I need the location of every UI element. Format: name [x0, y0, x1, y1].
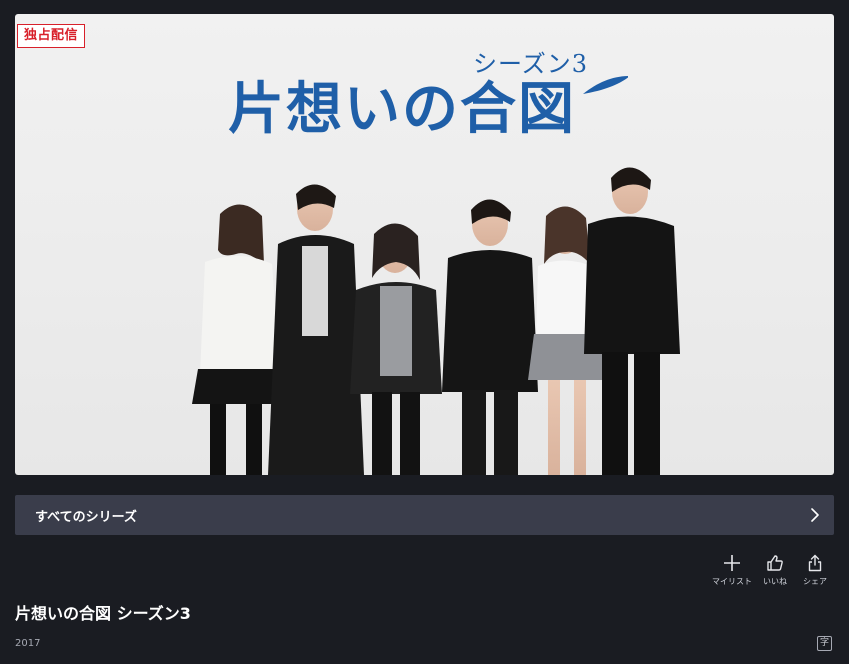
like-button[interactable]: いいね [755, 552, 795, 587]
show-title: 片想いの合図 シーズン3 [15, 604, 191, 623]
my-list-button[interactable]: マイリスト [709, 552, 755, 587]
my-list-label: マイリスト [712, 577, 752, 586]
cast-member-3 [350, 223, 442, 475]
title-logo-main: 片想いの合図 [228, 76, 576, 142]
plus-icon [721, 552, 743, 574]
all-series-button[interactable]: すべてのシリーズ [15, 495, 834, 535]
subtitle-badge: 字 [817, 636, 832, 651]
share-button[interactable]: シェア [795, 552, 835, 587]
share-label: シェア [803, 577, 827, 586]
exclusive-badge: 独占配信 [17, 24, 86, 48]
like-label: いいね [763, 577, 787, 586]
action-bar: マイリスト いいね シェア [709, 552, 835, 587]
release-year: 2017 [15, 638, 41, 649]
cast-member-2 [268, 184, 364, 475]
all-series-label: すべてのシリーズ [35, 509, 137, 525]
share-icon [804, 552, 826, 574]
cast-photo [192, 167, 680, 475]
chevron-right-icon [808, 508, 822, 522]
thumbs-up-icon [764, 552, 786, 574]
hero-image[interactable]: 独占配信 シーズン3 片想いの合図 [15, 14, 834, 475]
cast-member-4 [442, 199, 538, 475]
cast-member-6 [584, 167, 680, 475]
detail-page: 独占配信 シーズン3 片想いの合図 すべてのシリーズ マイリスト いいね シェア… [0, 0, 849, 664]
